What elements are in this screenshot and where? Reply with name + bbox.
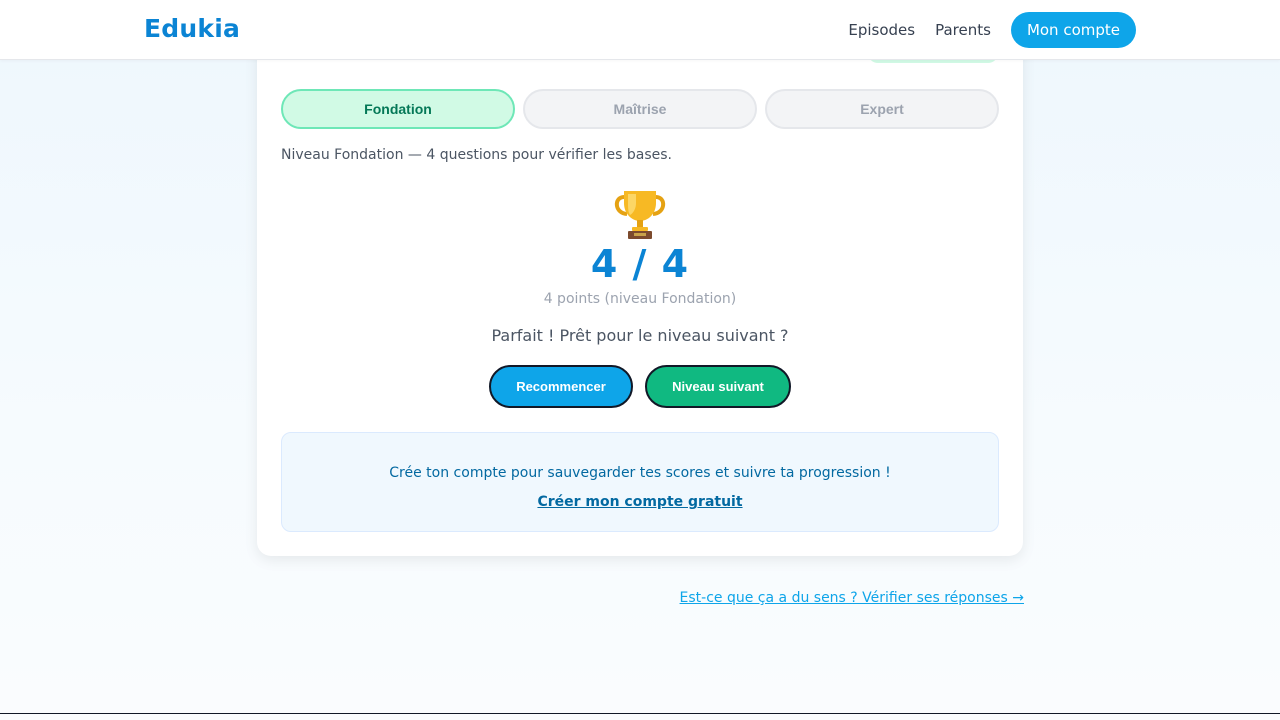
signup-cta-text: Crée ton compte pour sauvegarder tes sco…	[389, 465, 891, 481]
signup-cta-box: Crée ton compte pour sauvegarder tes sco…	[281, 432, 999, 532]
tab-level-maitrise[interactable]: Maîtrise	[523, 89, 757, 129]
account-button[interactable]: Mon compte	[1010, 12, 1136, 48]
level-tabs: Fondation Maîtrise Expert	[281, 89, 1007, 129]
restart-button[interactable]: Recommencer	[489, 365, 633, 408]
create-account-link[interactable]: Créer mon compte gratuit	[282, 494, 998, 510]
next-level-button[interactable]: Niveau suivant	[645, 365, 791, 408]
quiz-card: Fondation Maîtrise Expert Niveau Fondati…	[257, 20, 1023, 556]
tab-level-expert[interactable]: Expert	[765, 89, 999, 129]
verify-answers-link[interactable]: Est-ce que ça a du sens ? Vérifier ses r…	[680, 590, 1024, 606]
trophy-icon	[257, 183, 1023, 243]
bottom-divider	[0, 713, 1280, 714]
score-display: 4 / 4	[590, 242, 690, 286]
result-actions: Recommencer Niveau suivant	[257, 365, 1023, 408]
nav-link-parents[interactable]: Parents	[935, 21, 991, 39]
top-navbar: Edukia Episodes Parents Mon compte	[0, 0, 1280, 60]
level-description: Niveau Fondation — 4 questions pour véri…	[281, 147, 673, 163]
page: Edukia Episodes Parents Mon compte Fonda…	[0, 0, 1280, 720]
points-summary: 4 points (niveau Fondation)	[543, 291, 737, 307]
brand-logo[interactable]: Edukia	[144, 14, 240, 43]
result-message: Parfait ! Prêt pour le niveau suivant ?	[491, 326, 789, 345]
tab-level-fondation[interactable]: Fondation	[281, 89, 515, 129]
nav-link-episodes[interactable]: Episodes	[848, 21, 915, 39]
main-nav: Episodes Parents Mon compte	[848, 12, 1136, 48]
